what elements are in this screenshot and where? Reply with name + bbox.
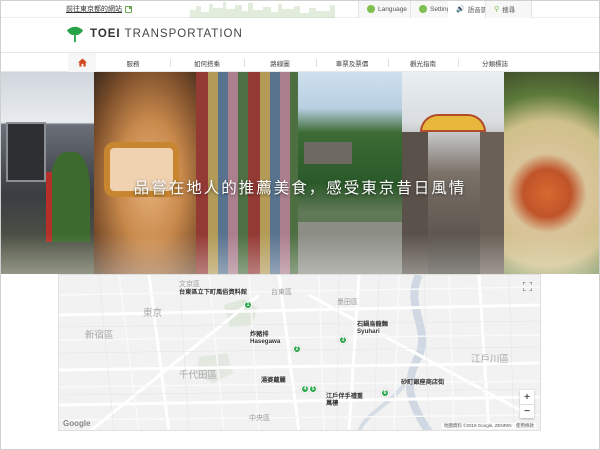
ginkgo-logo-icon — [66, 26, 84, 43]
gear-icon — [419, 5, 427, 13]
search-icon: ⚲ — [494, 6, 500, 13]
hero-banner: 品嘗在地人的推薦美食，感受東京昔日風情 — [0, 72, 600, 274]
marker-label[interactable]: 炸豬排 Hasegawa — [250, 331, 280, 345]
nav-divider — [316, 59, 317, 67]
hero-caption: 品嘗在地人的推薦美食，感受東京昔日風情 — [133, 179, 467, 197]
nav-item-how-to-ride[interactable]: 如何搭乘 — [172, 53, 242, 72]
nav-divider — [244, 59, 245, 67]
main-navigation: 服務 如何搭乘 路線圖 車票及票價 觀光指南 分類標誌 — [0, 52, 600, 72]
marker-label[interactable]: 湯婆蘿麗 — [261, 377, 286, 384]
district-label: 東京 — [143, 308, 163, 319]
zoom-in-button[interactable]: + — [520, 390, 534, 404]
city-skyline-decoration — [190, 2, 335, 18]
district-label: 文京區 — [179, 281, 200, 288]
nav-divider — [388, 59, 389, 67]
site-logo[interactable]: TOEI TRANSPORTATION — [66, 25, 243, 43]
nav-divider — [458, 59, 459, 67]
home-icon — [77, 58, 87, 67]
fullscreen-icon[interactable] — [523, 282, 532, 291]
map-marker[interactable]: 2 — [293, 345, 301, 353]
nav-item-tickets-fares[interactable]: 車票及票價 — [318, 53, 386, 72]
marker-label[interactable]: 石鍋烏龍麵 Syuhari — [357, 321, 388, 335]
tokyo-metropolitan-link[interactable]: 前往東京都的網站 — [66, 4, 132, 14]
nav-item-category-signs[interactable]: 分類標誌 — [460, 53, 530, 72]
nav-item-sightseeing-guide[interactable]: 觀光指南 — [390, 53, 456, 72]
sightseeing-map[interactable]: 文京區 台東區 墨田區 東京 新宿區 千代田區 江戶川區 中央區 台東區立下町風… — [58, 274, 541, 431]
map-base-layer — [59, 275, 540, 430]
search-button[interactable]: ⚲ 搜尋 — [485, 0, 532, 18]
district-label: 台東區 — [271, 289, 292, 296]
brand-name: TOEI TRANSPORTATION — [90, 28, 243, 40]
marker-label[interactable]: 台東區立下町風俗資料館 — [179, 289, 247, 296]
nav-home[interactable] — [68, 53, 96, 72]
nav-item-route-map[interactable]: 路線圖 — [246, 53, 314, 72]
map-marker[interactable]: 5 — [309, 385, 317, 393]
external-link-icon — [125, 5, 132, 13]
marker-label[interactable]: 江戶伴手禮重 萬樓 — [326, 393, 363, 407]
map-marker[interactable]: 1 — [244, 301, 252, 309]
hero-fade-overlay — [0, 234, 600, 274]
marker-label[interactable]: 砂町銀座商店街 — [401, 379, 444, 386]
nav-item-services[interactable]: 服務 — [98, 53, 168, 72]
speaker-icon: 🔊 — [456, 6, 465, 13]
site-header: TOEI TRANSPORTATION — [0, 18, 600, 52]
utility-bar: 前往東京都的網站 Language ▼ Setting ▼ 🔊 語音讀取 ⚲ 搜… — [0, 0, 600, 18]
map-attribution[interactable]: 地圖資料 ©2019 Google, ZENRIN 使用條款 — [441, 423, 536, 429]
district-label: 江戶川區 — [471, 354, 510, 365]
district-label: 中央區 — [249, 415, 270, 422]
google-logo: Google — [63, 419, 91, 428]
globe-icon — [367, 5, 375, 13]
district-label: 新宿區 — [85, 330, 114, 341]
zoom-control: + − — [520, 390, 534, 418]
zoom-out-button[interactable]: − — [520, 404, 534, 418]
district-label: 墨田區 — [337, 299, 358, 306]
district-label: 千代田區 — [179, 370, 218, 381]
map-marker[interactable]: 3 — [339, 336, 347, 344]
map-marker[interactable]: 4 — [301, 385, 309, 393]
map-marker[interactable]: 6 — [381, 389, 389, 397]
nav-divider — [170, 59, 171, 67]
